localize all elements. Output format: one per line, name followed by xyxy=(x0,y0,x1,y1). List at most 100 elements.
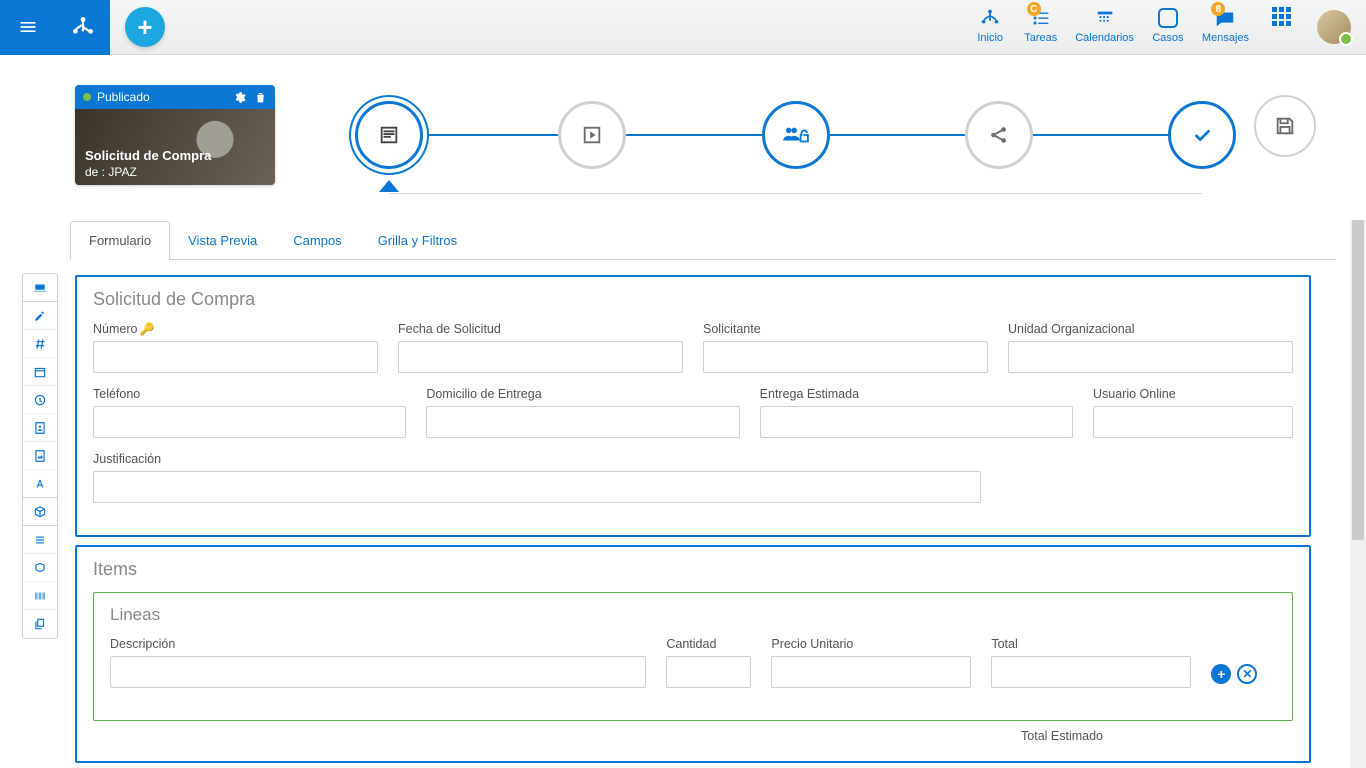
calendar-icon xyxy=(33,365,47,379)
laptop-icon xyxy=(33,281,47,295)
tool-clock[interactable] xyxy=(23,386,57,414)
inicio-icon xyxy=(979,7,1001,29)
input-justificacion[interactable] xyxy=(93,471,981,503)
input-unidad[interactable] xyxy=(1008,341,1293,373)
nav-inicio-label: Inicio xyxy=(977,32,1003,44)
label-fecha: Fecha de Solicitud xyxy=(398,322,683,336)
tab-grilla[interactable]: Grilla y Filtros xyxy=(360,222,475,259)
step-permissions[interactable] xyxy=(762,101,830,169)
tab-vista-previa[interactable]: Vista Previa xyxy=(170,222,275,259)
tool-barcode[interactable] xyxy=(23,582,57,610)
tool-image[interactable] xyxy=(23,442,57,470)
panel-lineas-title: Lineas xyxy=(110,605,1276,625)
step-play[interactable] xyxy=(558,101,626,169)
calendar-icon xyxy=(1094,7,1116,29)
apps-icon xyxy=(1272,7,1294,29)
form-icon xyxy=(378,124,400,146)
tareas-badge: C xyxy=(1027,2,1041,16)
lines-icon xyxy=(33,533,47,547)
nav-casos[interactable]: Casos xyxy=(1152,6,1184,44)
step-done[interactable] xyxy=(1168,101,1236,169)
avatar xyxy=(1317,10,1351,44)
input-descripcion[interactable] xyxy=(110,656,646,688)
key-icon: 🔑 xyxy=(139,322,154,336)
check-icon xyxy=(1191,124,1213,146)
save-icon xyxy=(1274,115,1296,137)
tool-box2[interactable] xyxy=(23,554,57,582)
save-button[interactable] xyxy=(1254,95,1316,157)
nav-mensajes[interactable]: 8 Mensajes xyxy=(1202,6,1249,44)
trash-icon[interactable] xyxy=(254,91,267,104)
tool-hash[interactable] xyxy=(23,330,57,358)
label-cantidad: Cantidad xyxy=(666,637,751,651)
input-usuario[interactable] xyxy=(1093,406,1293,438)
barcode-icon xyxy=(33,589,47,603)
tab-campos[interactable]: Campos xyxy=(275,222,359,259)
tool-lines[interactable] xyxy=(23,526,57,554)
tabs: Formulario Vista Previa Campos Grilla y … xyxy=(70,220,1336,260)
nav-tareas-label: Tareas xyxy=(1024,32,1057,44)
nav-casos-label: Casos xyxy=(1152,32,1183,44)
logo-icon xyxy=(70,14,96,40)
tool-user[interactable] xyxy=(23,414,57,442)
panel-items-title: Items xyxy=(93,559,1293,580)
users-lock-icon xyxy=(781,124,811,146)
tab-formulario[interactable]: Formulario xyxy=(70,221,170,260)
step-form[interactable] xyxy=(355,101,423,169)
field-toolbar xyxy=(22,273,58,639)
add-button[interactable]: + xyxy=(125,7,165,47)
label-numero: Número🔑 xyxy=(93,322,378,336)
label-solicitante: Solicitante xyxy=(703,322,988,336)
nav-apps[interactable] xyxy=(1267,6,1299,30)
add-line-button[interactable]: + xyxy=(1211,664,1231,684)
edit-icon xyxy=(33,309,47,323)
card-status-label: Publicado xyxy=(97,90,150,104)
delete-line-button[interactable]: ✕ xyxy=(1237,664,1257,684)
label-unidad: Unidad Organizacional xyxy=(1008,322,1293,336)
wizard-steps xyxy=(355,90,1236,180)
gear-icon[interactable] xyxy=(233,91,246,104)
input-telefono[interactable] xyxy=(93,406,406,438)
label-telefono: Teléfono xyxy=(93,387,406,401)
label-precio: Precio Unitario xyxy=(771,637,971,651)
user-doc-icon xyxy=(33,421,47,435)
box-icon xyxy=(33,505,47,519)
label-entrega: Entrega Estimada xyxy=(760,387,1073,401)
input-precio[interactable] xyxy=(771,656,971,688)
tool-copy[interactable] xyxy=(23,610,57,638)
input-numero[interactable] xyxy=(93,341,378,373)
nav-inicio[interactable]: Inicio xyxy=(974,6,1006,44)
form-card: Publicado Solicitud de Compra de : JPAZ xyxy=(75,85,275,185)
tool-font[interactable] xyxy=(23,470,57,498)
menu-button[interactable] xyxy=(0,0,55,55)
tool-box[interactable] xyxy=(23,498,57,526)
nav-avatar[interactable] xyxy=(1317,6,1351,44)
nav-calendarios-label: Calendarios xyxy=(1075,32,1134,44)
copy-icon xyxy=(33,617,47,631)
input-entrega[interactable] xyxy=(760,406,1073,438)
label-domicilio: Domicilio de Entrega xyxy=(426,387,739,401)
plus-icon: + xyxy=(137,14,152,40)
scrollbar[interactable] xyxy=(1350,220,1366,768)
status-dot-icon xyxy=(83,93,91,101)
panel-solicitud-title: Solicitud de Compra xyxy=(93,289,1293,310)
input-solicitante[interactable] xyxy=(703,341,988,373)
step-share[interactable] xyxy=(965,101,1033,169)
tool-laptop[interactable] xyxy=(23,274,57,302)
font-icon xyxy=(33,477,47,491)
play-icon xyxy=(581,124,603,146)
panel-lineas: Lineas Descripción Cantidad Precio Unita… xyxy=(93,592,1293,721)
panel-solicitud: Solicitud de Compra Número🔑 Fecha de Sol… xyxy=(75,275,1311,537)
image-doc-icon xyxy=(33,449,47,463)
nav-mensajes-label: Mensajes xyxy=(1202,32,1249,44)
input-cantidad[interactable] xyxy=(666,656,751,688)
input-domicilio[interactable] xyxy=(426,406,739,438)
nav-calendarios[interactable]: Calendarios xyxy=(1075,6,1134,44)
scrollbar-thumb[interactable] xyxy=(1352,220,1364,540)
nav-tareas[interactable]: C Tareas xyxy=(1024,6,1057,44)
input-total[interactable] xyxy=(991,656,1191,688)
share-icon xyxy=(988,124,1010,146)
input-fecha[interactable] xyxy=(398,341,683,373)
tool-calendar[interactable] xyxy=(23,358,57,386)
tool-edit[interactable] xyxy=(23,302,57,330)
